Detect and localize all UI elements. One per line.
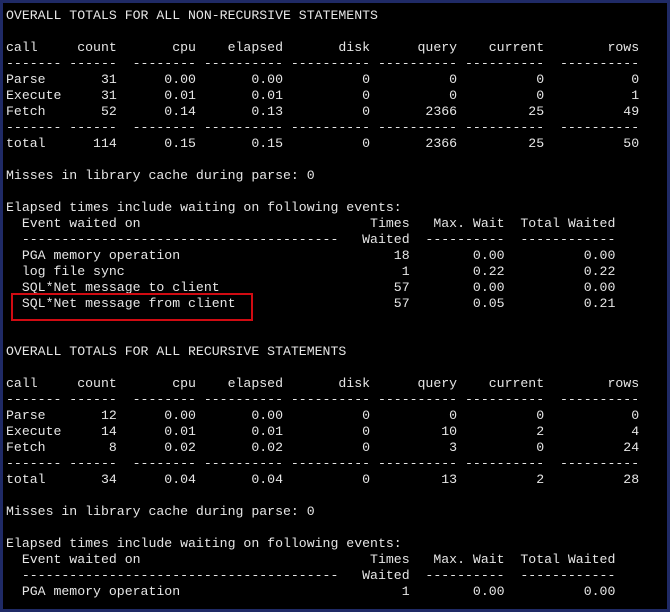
table-header: call count cpu elapsed disk query curren… xyxy=(6,40,640,55)
misses-line: Misses in library cache during parse: 0 xyxy=(6,168,315,183)
table-row: Parse 12 0.00 0.00 0 0 0 0 xyxy=(6,408,640,423)
events-header: Event waited on Times Max. Wait Total Wa… xyxy=(6,552,616,567)
event-row: PGA memory operation 18 0.00 0.00 xyxy=(6,248,616,263)
table-total-row: total 114 0.15 0.15 0 2366 25 50 xyxy=(6,136,640,151)
terminal-output: OVERALL TOTALS FOR ALL NON-RECURSIVE STA… xyxy=(3,3,667,600)
table-row: Execute 31 0.01 0.01 0 0 0 1 xyxy=(6,88,640,103)
events-heading: Elapsed times include waiting on followi… xyxy=(6,536,402,551)
events-separator: ----------------------------------------… xyxy=(6,568,616,583)
table-row: Execute 14 0.01 0.01 0 10 2 4 xyxy=(6,424,640,439)
events-heading: Elapsed times include waiting on followi… xyxy=(6,200,402,215)
table-separator: ------- ------ -------- ---------- -----… xyxy=(6,392,640,407)
table-row: Fetch 52 0.14 0.13 0 2366 25 49 xyxy=(6,104,640,119)
section-heading-recursive: OVERALL TOTALS FOR ALL RECURSIVE STATEME… xyxy=(6,344,347,359)
table-row: Parse 31 0.00 0.00 0 0 0 0 xyxy=(6,72,640,87)
table-total-row: total 34 0.04 0.04 0 13 2 28 xyxy=(6,472,640,487)
table-separator: ------- ------ -------- ---------- -----… xyxy=(6,56,640,71)
table-row: Fetch 8 0.02 0.02 0 3 0 24 xyxy=(6,440,640,455)
table-header: call count cpu elapsed disk query curren… xyxy=(6,376,640,391)
table-separator: ------- ------ -------- ---------- -----… xyxy=(6,456,640,471)
events-separator: ----------------------------------------… xyxy=(6,232,616,247)
misses-line: Misses in library cache during parse: 0 xyxy=(6,504,315,519)
event-row: SQL*Net message to client 57 0.00 0.00 xyxy=(6,280,616,295)
table-separator: ------- ------ -------- ---------- -----… xyxy=(6,120,640,135)
event-row: log file sync 1 0.22 0.22 xyxy=(6,264,616,279)
section-heading-nonrecursive: OVERALL TOTALS FOR ALL NON-RECURSIVE STA… xyxy=(6,8,378,23)
event-row-highlighted: SQL*Net message from client 57 0.05 0.21 xyxy=(6,296,616,311)
event-row: PGA memory operation 1 0.00 0.00 xyxy=(6,584,616,599)
events-header: Event waited on Times Max. Wait Total Wa… xyxy=(6,216,616,231)
terminal-window[interactable]: OVERALL TOTALS FOR ALL NON-RECURSIVE STA… xyxy=(0,0,670,612)
